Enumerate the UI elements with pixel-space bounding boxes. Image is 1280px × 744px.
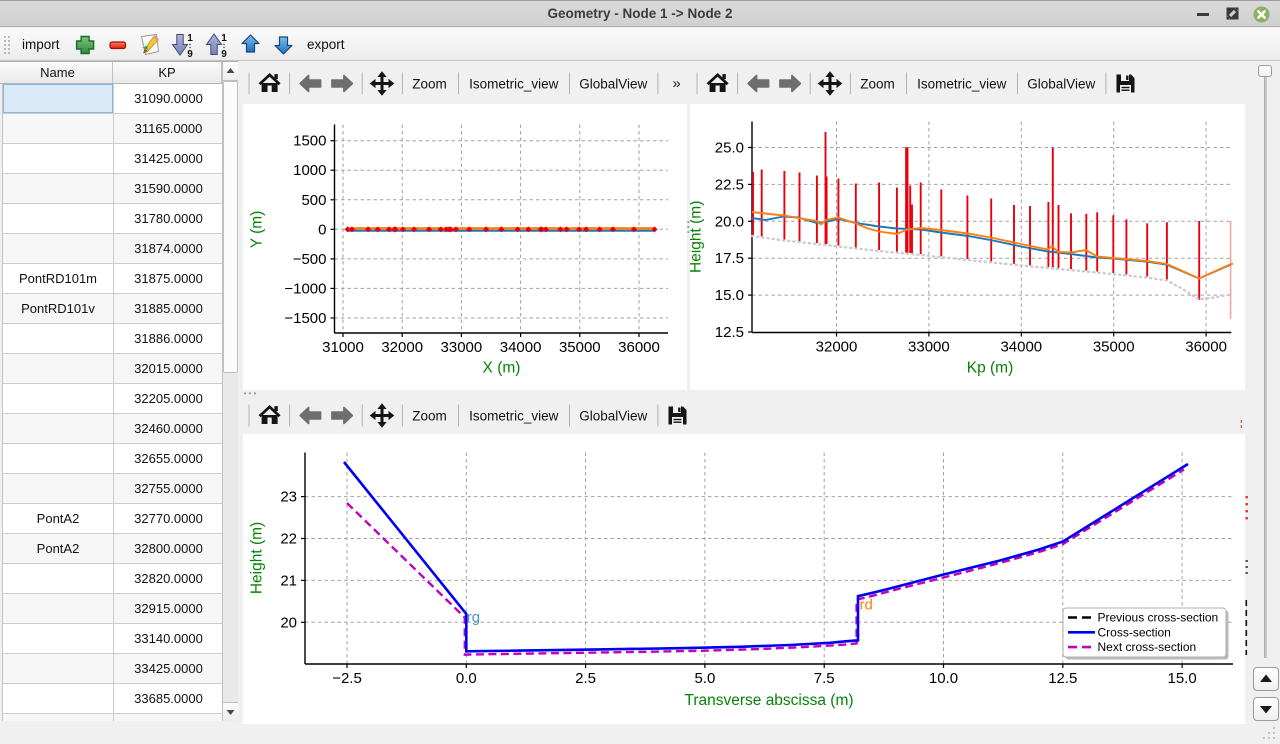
- svg-text:Height (m): Height (m): [249, 522, 266, 594]
- svg-text:0: 0: [318, 221, 326, 238]
- svg-text:Isometric_view: Isometric_view: [469, 77, 559, 92]
- svg-text:−1000: −1000: [284, 280, 326, 297]
- svg-text:0.0: 0.0: [456, 670, 477, 687]
- svg-text:36000: 36000: [1185, 339, 1227, 356]
- svg-text:23: 23: [280, 489, 297, 506]
- svg-text:−1500: −1500: [284, 310, 326, 327]
- svg-text:33000: 33000: [908, 339, 950, 356]
- svg-text:Y (m): Y (m): [249, 211, 266, 249]
- svg-text:GlobalView: GlobalView: [579, 77, 647, 92]
- svg-text:Zoom: Zoom: [860, 77, 895, 92]
- svg-text:Previous cross-section: Previous cross-section: [1098, 611, 1219, 625]
- svg-text:12.5: 12.5: [715, 324, 744, 341]
- svg-text:−2.5: −2.5: [332, 670, 362, 687]
- svg-text:Isometric_view: Isometric_view: [469, 409, 559, 424]
- svg-text:34000: 34000: [500, 339, 542, 356]
- svg-text:12.5: 12.5: [1048, 670, 1077, 687]
- svg-text:35000: 35000: [1093, 339, 1135, 356]
- svg-text:22: 22: [280, 531, 297, 548]
- svg-text:Transverse abscissa (m): Transverse abscissa (m): [684, 692, 853, 709]
- svg-text:20: 20: [280, 614, 297, 631]
- svg-text:Zoom: Zoom: [412, 409, 447, 424]
- svg-text:rd: rd: [860, 597, 873, 614]
- svg-text:15.0: 15.0: [1167, 670, 1196, 687]
- svg-text:34000: 34000: [1000, 339, 1042, 356]
- svg-text:33000: 33000: [441, 339, 483, 356]
- svg-text:20.0: 20.0: [715, 213, 744, 230]
- svg-text:500: 500: [301, 192, 326, 209]
- svg-text:X (m): X (m): [483, 360, 521, 377]
- svg-text:GlobalView: GlobalView: [579, 409, 647, 424]
- svg-text:10.0: 10.0: [929, 670, 958, 687]
- svg-text:rg: rg: [467, 609, 480, 626]
- svg-text:Cross-section: Cross-section: [1098, 625, 1171, 639]
- svg-text:17.5: 17.5: [715, 250, 744, 267]
- svg-text:21: 21: [280, 572, 297, 589]
- svg-text:GlobalView: GlobalView: [1027, 77, 1095, 92]
- svg-text:31000: 31000: [322, 339, 364, 356]
- svg-text:35000: 35000: [559, 339, 601, 356]
- svg-text:Kp (m): Kp (m): [967, 360, 1014, 377]
- svg-text:»: »: [672, 75, 680, 92]
- svg-text:1000: 1000: [293, 162, 326, 179]
- svg-text:36000: 36000: [618, 339, 660, 356]
- svg-text:32000: 32000: [381, 339, 423, 356]
- svg-text:2.5: 2.5: [575, 670, 596, 687]
- svg-text:Zoom: Zoom: [412, 77, 447, 92]
- svg-text:Height (m): Height (m): [690, 201, 705, 273]
- svg-text:22.5: 22.5: [715, 176, 744, 193]
- svg-text:Isometric_view: Isometric_view: [917, 77, 1007, 92]
- svg-text:32000: 32000: [816, 339, 858, 356]
- svg-text:−500: −500: [293, 251, 327, 268]
- svg-text:15.0: 15.0: [715, 287, 744, 304]
- svg-text:5.0: 5.0: [694, 670, 715, 687]
- svg-text:Next cross-section: Next cross-section: [1098, 640, 1197, 654]
- svg-text:1500: 1500: [293, 133, 326, 150]
- svg-text:7.5: 7.5: [814, 670, 835, 687]
- svg-text:25.0: 25.0: [715, 140, 744, 157]
